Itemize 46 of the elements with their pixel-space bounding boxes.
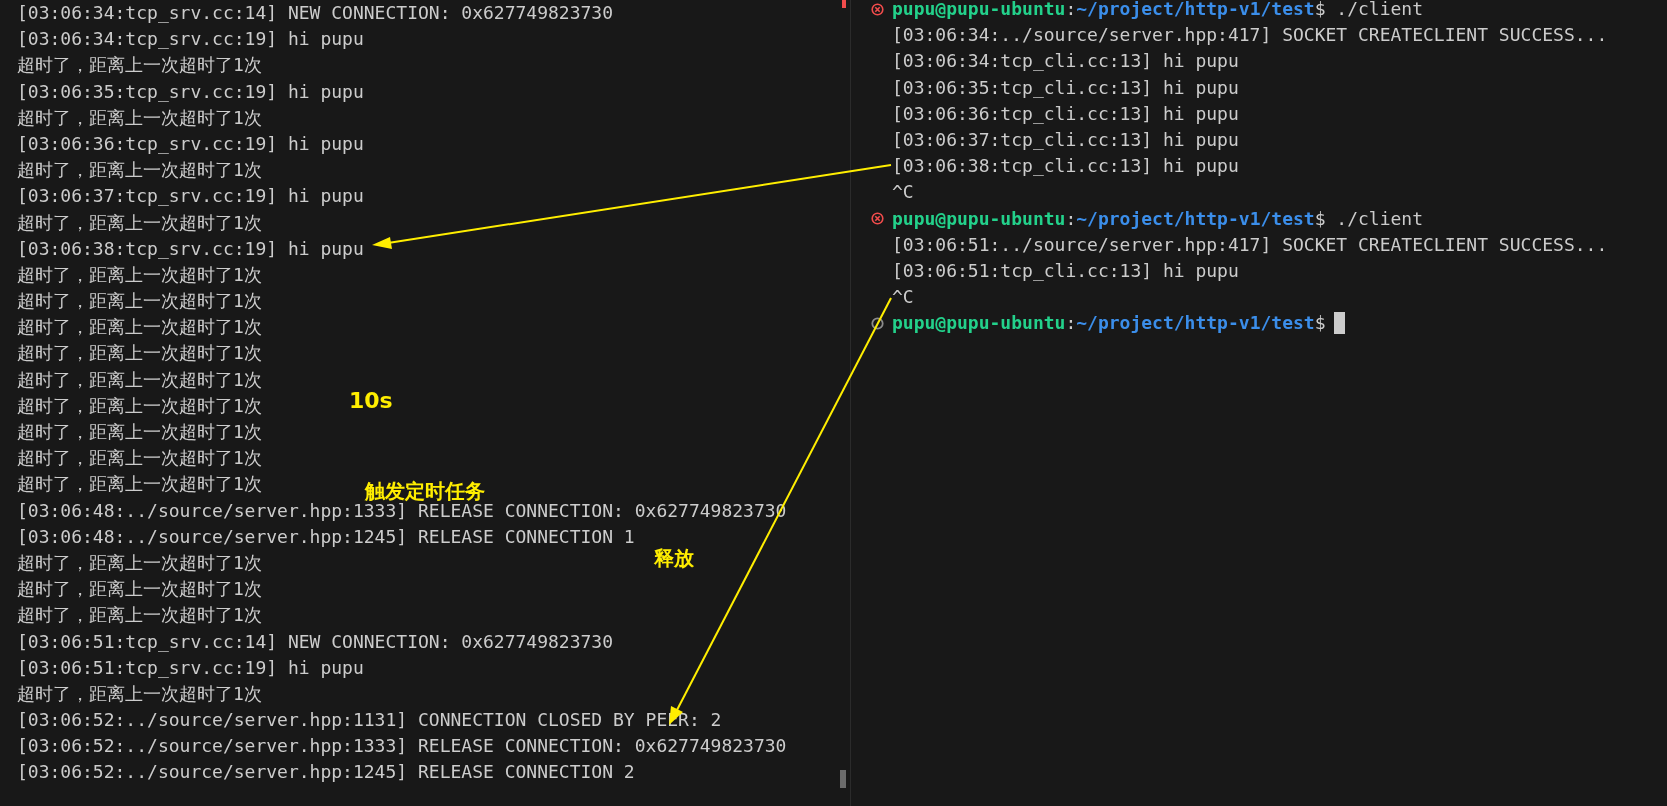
terminal-line: [03:06:38:tcp_srv.cc:19] hi pupu: [17, 236, 364, 261]
change-marker: [842, 0, 846, 8]
terminal-line: 超时了，距离上一次超时了1次: [17, 446, 262, 471]
terminal-line: [03:06:36:tcp_cli.cc:13] hi pupu: [892, 101, 1239, 126]
terminal-line: 超时了，距离上一次超时了1次: [17, 210, 262, 235]
annotation-label: 触发定时任务: [365, 479, 485, 503]
terminal-line: [03:06:34:../source/server.hpp:417] SOCKET CREATECLIENT SUCCESS...: [892, 23, 1608, 48]
terminal-line: ^C: [892, 285, 914, 310]
terminal-line: 超时了，距离上一次超时了1次: [17, 577, 262, 602]
terminal-line: [03:06:52:../source/server.hpp:1333] RELEASE CONNECTION: 0x627749823730: [17, 734, 787, 759]
shell-prompt: pupu@pupu-ubuntu:~/project/http-v1/test$ ./client: [892, 206, 1424, 231]
terminal-line: 超时了，距离上一次超时了1次: [17, 262, 262, 287]
terminal-line: [03:06:51:tcp_cli.cc:13] hi pupu: [892, 258, 1239, 283]
annotation-label: 10s: [349, 387, 393, 415]
terminal-line: [03:06:37:tcp_srv.cc:19] hi pupu: [17, 184, 364, 209]
shell-prompt: pupu@pupu-ubuntu:~/project/http-v1/test$: [892, 311, 1326, 336]
terminal-line: [03:06:51:tcp_srv.cc:19] hi pupu: [17, 655, 364, 680]
terminal-line: ^C: [892, 180, 914, 205]
terminal-line: [03:06:48:../source/server.hpp:1245] RELEASE CONNECTION 1: [17, 524, 635, 549]
shell-prompt: pupu@pupu-ubuntu:~/project/http-v1/test$ ./client: [892, 0, 1424, 21]
terminal-line: [03:06:34:tcp_srv.cc:19] hi pupu: [17, 27, 364, 52]
terminal-line: 超时了，距离上一次超时了1次: [17, 289, 262, 314]
terminal-line: 超时了，距离上一次超时了1次: [17, 341, 262, 366]
terminal-line: 超时了，距离上一次超时了1次: [17, 393, 262, 418]
terminal-line: 超时了，距离上一次超时了1次: [17, 550, 262, 575]
terminal-line: 超时了，距离上一次超时了1次: [17, 472, 262, 497]
terminal-line: [03:06:37:tcp_cli.cc:13] hi pupu: [892, 127, 1239, 152]
annotation-label: 释放: [654, 546, 694, 571]
terminal-line: 超时了，距离上一次超时了1次: [17, 158, 262, 183]
terminal-line: 超时了，距离上一次超时了1次: [17, 105, 262, 130]
terminal-line: [03:06:38:tcp_cli.cc:13] hi pupu: [892, 154, 1239, 179]
terminal-line: 超时了，距离上一次超时了1次: [17, 315, 262, 340]
terminal-line: [03:06:34:tcp_srv.cc:14] NEW CONNECTION: 0x627749823730: [17, 1, 614, 25]
terminal-line: [03:06:36:tcp_srv.cc:19] hi pupu: [17, 131, 364, 156]
terminal-line: 超时了，距离上一次超时了1次: [17, 367, 262, 392]
terminal-line: [03:06:34:tcp_cli.cc:13] hi pupu: [892, 49, 1239, 74]
terminal-line: [03:06:51:../source/server.hpp:417] SOCKET CREATECLIENT SUCCESS...: [892, 232, 1608, 257]
terminal-line: [03:06:35:tcp_srv.cc:19] hi pupu: [17, 79, 364, 104]
terminal-line: 超时了，距离上一次超时了1次: [17, 603, 262, 628]
scrollbar-thumb[interactable]: [840, 770, 846, 788]
terminal-line: [03:06:35:tcp_cli.cc:13] hi pupu: [892, 75, 1239, 100]
terminal-line: 超时了，距离上一次超时了1次: [17, 53, 262, 78]
terminal-line: 超时了，距离上一次超时了1次: [17, 681, 262, 706]
terminal-line: 超时了，距离上一次超时了1次: [17, 420, 262, 444]
terminal-line: [03:06:52:../source/server.hpp:1245] RELEASE CONNECTION 2: [17, 760, 635, 785]
terminal-line: [03:06:51:tcp_srv.cc:14] NEW CONNECTION: 0x627749823730: [17, 629, 614, 654]
